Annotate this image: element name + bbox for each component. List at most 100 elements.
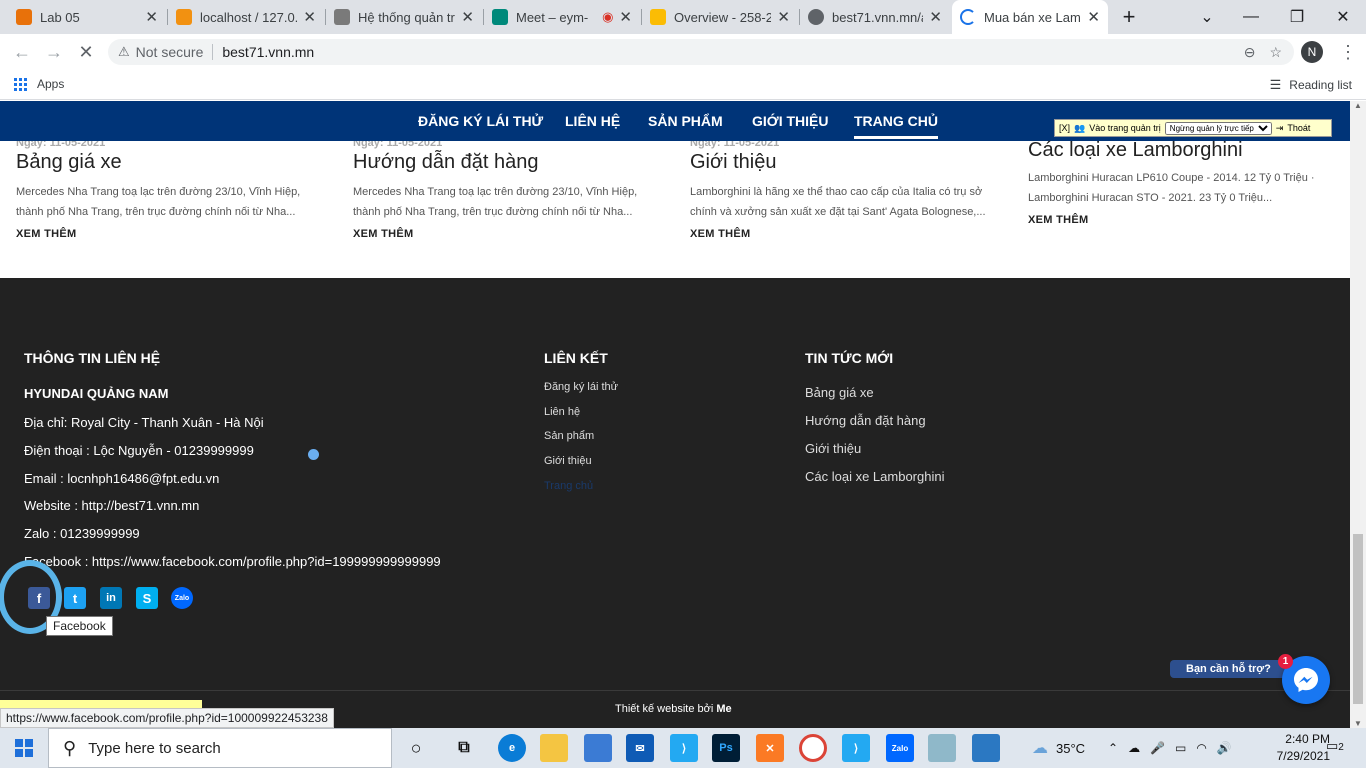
news-date: Ngày: 11-05-2021: [353, 141, 443, 149]
notifications-icon[interactable]: ▭2: [1326, 738, 1344, 754]
page-scrollbar[interactable]: ▲ ▼: [1350, 101, 1366, 728]
menu-kebab-icon[interactable]: ⋮: [1336, 40, 1360, 64]
skype-icon[interactable]: S: [136, 587, 158, 609]
search-icon: ⚲: [63, 737, 77, 758]
zalo-app-icon[interactable]: Zalo: [886, 734, 914, 762]
contact-email: Email : locnhph16486@fpt.edu.vn: [24, 471, 220, 486]
admin-close-button[interactable]: [X]: [1059, 123, 1070, 133]
edge-icon[interactable]: e: [498, 734, 526, 762]
wifi-icon[interactable]: ◠: [1196, 741, 1206, 755]
scroll-down-icon[interactable]: ▼: [1354, 719, 1362, 728]
tab-search-icon[interactable]: ⌄: [1184, 0, 1230, 34]
forward-arrow-icon[interactable]: →: [42, 40, 66, 64]
tab-close-icon[interactable]: ✕: [303, 8, 316, 26]
company-name: HYUNDAI QUẢNG NAM: [24, 386, 169, 401]
cortana-icon[interactable]: ○: [402, 734, 430, 762]
xampp-icon[interactable]: ✕: [756, 734, 784, 762]
support-chat-label[interactable]: Bạn cần hỗ trợ?: [1170, 660, 1287, 678]
read-more-link[interactable]: XEM THÊM: [690, 228, 990, 240]
close-window-button[interactable]: ✕: [1320, 0, 1366, 34]
zalo-icon[interactable]: Zalo: [171, 587, 193, 609]
url-text[interactable]: best71.vnn.mn: [222, 44, 314, 60]
vscode-icon[interactable]: ⟩: [842, 734, 870, 762]
apps-shortcut[interactable]: Apps: [14, 77, 64, 91]
news-title[interactable]: Giới thiệu: [690, 151, 990, 174]
photoshop-icon[interactable]: Ps: [712, 734, 740, 762]
task-view-icon[interactable]: ⧉: [450, 734, 478, 762]
tab-close-icon[interactable]: ✕: [929, 8, 942, 26]
vscode-icon[interactable]: ⟩: [670, 734, 698, 762]
nav-products[interactable]: SẢN PHẨM: [648, 113, 723, 129]
news-title[interactable]: Bảng giá xe: [16, 151, 316, 174]
notepad-icon[interactable]: [928, 734, 956, 762]
footer-link-products[interactable]: Sản phẩm: [544, 430, 594, 442]
admin-mode-select[interactable]: Ngừng quản lý trực tiếp: [1164, 121, 1272, 135]
admin-panel-link[interactable]: Vào trang quản trị: [1089, 123, 1161, 133]
contact-zalo: Zalo : 01239999999: [24, 526, 140, 541]
tab-overview[interactable]: Overview - 258-2 ✕: [642, 0, 798, 34]
tab-close-icon[interactable]: ✕: [461, 8, 474, 26]
minimize-button[interactable]: —: [1228, 0, 1274, 34]
nav-about[interactable]: GIỚI THIỆU: [752, 113, 829, 129]
back-arrow-icon[interactable]: ←: [10, 40, 34, 64]
footer-link-about[interactable]: Giới thiệu: [544, 455, 592, 467]
tab-close-icon[interactable]: ✕: [1087, 8, 1100, 26]
new-tab-button[interactable]: +: [1112, 0, 1146, 34]
nav-test-drive[interactable]: ĐĂNG KÝ LÁI THỬ: [418, 113, 543, 129]
windows-logo-icon: [15, 739, 33, 757]
scroll-up-icon[interactable]: ▲: [1354, 101, 1362, 110]
footer-link-test-drive[interactable]: Đăng ký lái thử: [544, 381, 618, 393]
profile-avatar[interactable]: N: [1301, 41, 1323, 63]
start-button[interactable]: [0, 728, 48, 768]
weather-widget[interactable]: ☁ 35°C: [1032, 728, 1085, 768]
read-more-link[interactable]: XEM THÊM: [353, 228, 653, 240]
volume-icon[interactable]: 🔊: [1217, 741, 1232, 755]
admin-toolbar: [X] 👥 Vào trang quản trị Ngừng quản lý t…: [1054, 119, 1332, 137]
tab-close-icon[interactable]: ✕: [145, 8, 158, 26]
tab-meet[interactable]: Meet – eym- ◉ ✕: [484, 0, 640, 34]
facebook-tooltip: Facebook: [46, 616, 113, 636]
mail-icon[interactable]: ✉: [626, 734, 654, 762]
scrollbar-thumb[interactable]: [1353, 534, 1363, 704]
tab-best71-admin[interactable]: best71.vnn.mn/ad ✕: [800, 0, 950, 34]
battery-icon[interactable]: ▭: [1175, 741, 1186, 755]
bookmark-star-icon[interactable]: ☆: [1269, 44, 1282, 61]
taskbar-search[interactable]: ⚲ Type here to search: [48, 728, 392, 768]
tab-close-icon[interactable]: ✕: [619, 8, 632, 26]
taskbar-clock[interactable]: 2:40 PM 7/29/2021: [1266, 731, 1330, 765]
news-title[interactable]: Hướng dẫn đặt hàng: [353, 151, 653, 174]
news-title[interactable]: Các loại xe Lamborghini: [1028, 139, 1328, 162]
tab-lab05[interactable]: Lab 05 ✕: [8, 0, 166, 34]
apps-grid-icon: [14, 77, 27, 91]
tab-admin-system[interactable]: Hệ thống quản trị ✕: [326, 0, 482, 34]
logout-link[interactable]: Thoát: [1287, 123, 1310, 133]
address-bar[interactable]: ⚠ Not secure best71.vnn.mn ⊖ ☆: [108, 39, 1294, 65]
onedrive-icon[interactable]: ☁: [1128, 741, 1140, 755]
read-more-link[interactable]: XEM THÊM: [1028, 214, 1328, 226]
microphone-icon[interactable]: 🎤: [1150, 741, 1165, 755]
chrome-icon[interactable]: [799, 734, 827, 762]
linkedin-icon[interactable]: in: [100, 587, 122, 609]
photos-icon[interactable]: [972, 734, 1000, 762]
footer-news-link[interactable]: Hướng dẫn đặt hàng: [805, 413, 926, 428]
footer-news-link[interactable]: Giới thiệu: [805, 441, 861, 456]
stop-loading-icon[interactable]: ✕: [74, 40, 98, 64]
footer-link-contact[interactable]: Liên hệ: [544, 406, 580, 418]
loading-spinner-icon: [960, 9, 976, 25]
read-more-link[interactable]: XEM THÊM: [16, 228, 316, 240]
file-explorer-icon[interactable]: [540, 734, 568, 762]
reading-list-button[interactable]: ☰ Reading list: [1270, 77, 1352, 93]
nav-home[interactable]: TRANG CHỦ: [854, 113, 938, 139]
nav-contact[interactable]: LIÊN HỆ: [565, 113, 620, 129]
footer-news-link[interactable]: Bảng giá xe: [805, 385, 874, 400]
footer-link-home[interactable]: Trang chủ: [544, 480, 593, 492]
tab-active-lamborghini[interactable]: Mua bán xe Lamb ✕: [952, 0, 1108, 34]
chevron-up-icon[interactable]: ⌃: [1108, 741, 1118, 755]
store-icon[interactable]: [584, 734, 612, 762]
tab-close-icon[interactable]: ✕: [777, 8, 790, 26]
zoom-icon[interactable]: ⊖: [1244, 44, 1256, 61]
restore-button[interactable]: ❐: [1274, 0, 1320, 34]
footer-news-link[interactable]: Các loại xe Lamborghini: [805, 469, 944, 484]
twitter-icon[interactable]: t: [64, 587, 86, 609]
tab-localhost[interactable]: localhost / 127.0.0 ✕: [168, 0, 324, 34]
